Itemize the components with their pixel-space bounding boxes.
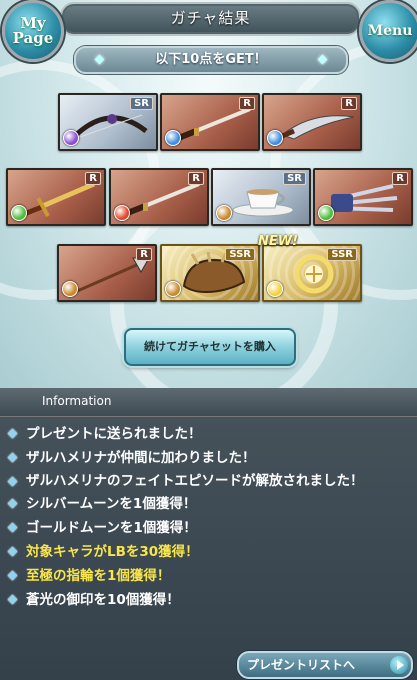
result-card-3[interactable]: R — [262, 93, 362, 151]
result-card-2[interactable]: R — [160, 93, 260, 151]
rarity-badge: R — [341, 97, 357, 110]
earth-element-icon — [62, 281, 78, 297]
rarity-badge: SR — [283, 172, 306, 185]
gacha-result-area: ガチャ結果 My Page Menu 以下10点をGET！ SR R R R R SR R R S… — [0, 0, 417, 388]
earth-element-icon — [216, 205, 232, 221]
information-list: プレゼントに送られました！ ザルハメリナが仲間に加わりました！ ザルハメリナのフェイ… — [0, 422, 417, 612]
rarity-badge: SSR — [225, 248, 255, 261]
result-card-9[interactable]: SSR — [160, 244, 260, 302]
mypage-button[interactable]: My Page — [2, 0, 64, 62]
water-element-icon — [267, 130, 283, 146]
information-item-text: 至極の指輪を1個獲得！ — [26, 568, 171, 584]
new-badge: NEW! — [258, 234, 299, 249]
diamond-bullet-icon — [7, 452, 18, 463]
arrow-right-icon — [390, 656, 408, 674]
diamond-bullet-icon — [7, 498, 18, 509]
dark-element-icon — [63, 130, 79, 146]
information-item: ゴールドムーンを1個獲得！ — [0, 516, 417, 540]
diamond-bullet-icon — [7, 522, 18, 533]
information-item-text: ザルハメリナのフェイトエピソードが解放されました！ — [26, 473, 364, 489]
wind-element-icon — [318, 205, 334, 221]
diamond-bullet-icon — [7, 570, 18, 581]
buy-again-label: 続けてガチャセットを購入 — [144, 340, 276, 353]
earth-element-icon — [165, 281, 181, 297]
information-item-text: プレゼントに送られました！ — [26, 426, 202, 442]
water-element-icon — [165, 130, 181, 146]
wind-element-icon — [11, 205, 27, 221]
rarity-badge: R — [239, 97, 255, 110]
buy-again-button[interactable]: 続けてガチャセットを購入 — [124, 328, 296, 366]
result-card-7[interactable]: R — [313, 168, 413, 226]
information-item-text: ゴールドムーンを1個獲得！ — [26, 520, 197, 536]
diamond-bullet-icon — [7, 546, 18, 557]
diamond-bullet-icon — [7, 428, 18, 439]
result-card-6[interactable]: SR — [211, 168, 311, 226]
menu-button[interactable]: Menu — [359, 0, 417, 62]
rarity-badge: SR — [130, 97, 153, 110]
information-item: プレゼントに送られました！ — [0, 422, 417, 446]
information-item-text: 対象キャラがLBを30獲得！ — [26, 544, 199, 560]
information-item-text: シルバームーンを1個獲得！ — [26, 496, 197, 512]
result-card-4[interactable]: R — [6, 168, 106, 226]
get-banner-text: 以下10点をGET！ — [155, 52, 267, 67]
result-card-8[interactable]: R — [57, 244, 157, 302]
information-item: ザルハメリナが仲間に加わりました！ — [0, 446, 417, 470]
diamond-bullet-icon — [7, 476, 18, 487]
information-item-text: 蒼光の御印を10個獲得！ — [26, 592, 180, 608]
fire-element-icon — [114, 205, 130, 221]
menu-label: Menu — [367, 22, 413, 39]
information-item: 至極の指輪を1個獲得！ — [0, 564, 417, 588]
present-list-label: プレゼントリストへ — [247, 658, 356, 672]
mypage-label: Page — [12, 29, 54, 47]
result-card-1[interactable]: SR — [58, 93, 158, 151]
information-item-text: ザルハメリナが仲間に加わりました！ — [26, 450, 256, 466]
get-banner: 以下10点をGET！ — [74, 46, 348, 74]
result-card-10[interactable]: SSR — [262, 244, 362, 302]
diamond-bullet-icon — [7, 594, 18, 605]
page-title: ガチャ結果 — [170, 9, 251, 27]
information-item: シルバームーンを1個獲得！ — [0, 492, 417, 516]
rarity-badge: SSR — [327, 248, 357, 261]
present-list-button[interactable]: プレゼントリストへ — [237, 651, 413, 679]
rarity-badge: R — [188, 172, 204, 185]
information-title: Information — [42, 394, 112, 408]
rarity-badge: R — [85, 172, 101, 185]
page-title-bar: ガチャ結果 — [60, 2, 361, 36]
information-header: Information — [0, 388, 417, 417]
information-item: 対象キャラがLBを30獲得！ — [0, 540, 417, 564]
rarity-badge: R — [136, 248, 152, 261]
result-card-5[interactable]: R — [109, 168, 209, 226]
light-element-icon — [267, 281, 283, 297]
information-panel: Information プレゼントに送られました！ ザルハメリナが仲間に加わりまし… — [0, 388, 417, 680]
rarity-badge: R — [392, 172, 408, 185]
information-item: ザルハメリナのフェイトエピソードが解放されました！ — [0, 470, 417, 492]
information-item: 蒼光の御印を10個獲得！ — [0, 588, 417, 612]
